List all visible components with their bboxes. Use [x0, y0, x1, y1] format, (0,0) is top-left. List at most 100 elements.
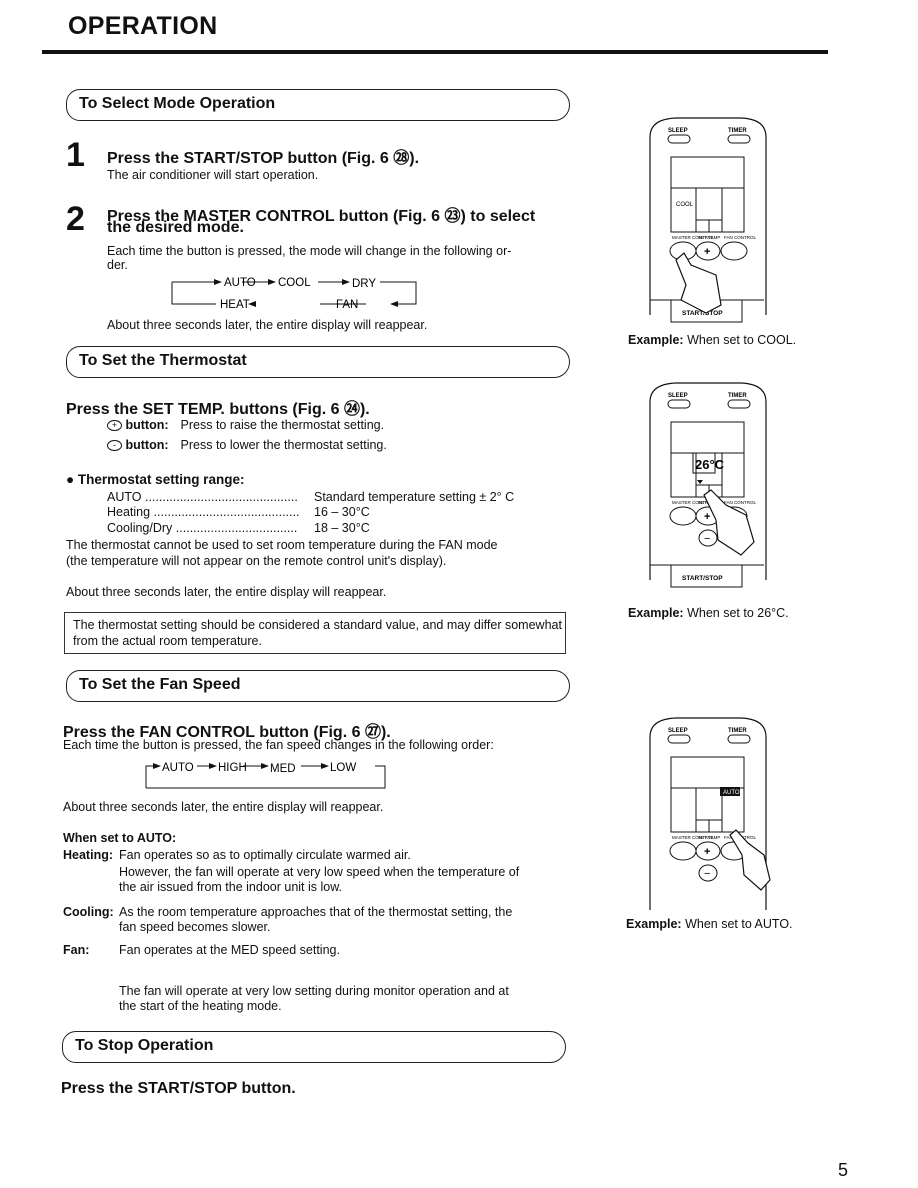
note-box: The thermostat setting should be conside…	[64, 612, 566, 654]
item-label: Fan:	[63, 943, 90, 957]
figure-caption: Example: When set to COOL.	[628, 333, 796, 347]
page-number: 5	[838, 1160, 849, 1180]
sleep-button[interactable]	[667, 734, 691, 744]
range-title: ● Thermostat setting range:	[66, 472, 244, 487]
timer-label: TIMER	[728, 728, 747, 734]
step-heading: Press the START/STOP button (Fig. 6 ㉘).	[107, 150, 420, 167]
step-text: der.	[107, 258, 128, 272]
caption-label: Example:	[628, 333, 684, 347]
timer-button[interactable]	[727, 399, 751, 409]
figure-caption: Example: When set to 26°C.	[628, 606, 789, 620]
mode-auto: AUTO	[224, 277, 256, 289]
timer-button[interactable]	[727, 134, 751, 144]
section-title: To Select Mode Operation	[79, 95, 276, 112]
body-text: About three seconds later, the entire di…	[66, 585, 387, 599]
step-number: 2	[66, 200, 85, 238]
mode-dry: DRY	[352, 278, 376, 290]
body-text: About three seconds later, the entire di…	[63, 800, 384, 814]
button-description: Press to raise the thermostat setting.	[180, 418, 385, 432]
range-value: Standard temperature setting ± 2° C	[314, 490, 515, 504]
figure-caption: Example: When set to AUTO.	[626, 917, 793, 931]
section-header-mode: To Select Mode Operation	[66, 89, 570, 121]
sub-heading: Press the START/STOP button.	[61, 1080, 296, 1097]
item-text: Fan operates so as to optimally circulat…	[119, 848, 411, 862]
section-header-stop: To Stop Operation	[62, 1031, 566, 1063]
master-control-button[interactable]	[669, 841, 697, 861]
range-row: Heating ................................…	[107, 505, 299, 519]
step-text: The air conditioner will start operation…	[107, 168, 319, 182]
button-description: Press to lower the thermostat setting.	[180, 438, 387, 452]
step-text: Each time the button is pressed, the mod…	[107, 244, 512, 258]
mode-cool: COOL	[278, 277, 311, 289]
fan-control-label: FAN CONTROL	[724, 235, 757, 240]
fan-cycle-diagram: AUTO HIGH MED LOW	[145, 762, 386, 789]
item-label: Heating:	[63, 848, 113, 862]
item-text: the air issued from the indoor unit is l…	[119, 880, 343, 894]
fan-control-label: FAN CONTROL	[724, 500, 757, 505]
caption-label: Example:	[626, 917, 682, 931]
auto-title: When set to AUTO:	[63, 831, 177, 845]
item-text: fan speed becomes slower.	[119, 920, 271, 934]
section-title: To Set the Thermostat	[79, 352, 247, 369]
sleep-button[interactable]	[667, 134, 691, 144]
range-row: AUTO ...................................…	[107, 490, 298, 504]
display-fan: AUTO	[723, 790, 740, 796]
minus-button-row: - button: Press to lower the thermostat s…	[107, 438, 387, 452]
body-text: the start of the heating mode.	[119, 999, 282, 1013]
range-title-text: Thermostat setting range:	[77, 472, 245, 487]
fan-control-button[interactable]	[720, 241, 748, 261]
item-label: Cooling:	[63, 905, 114, 919]
body-text: The thermostat cannot be used to set roo…	[66, 538, 498, 552]
timer-label: TIMER	[728, 128, 747, 134]
item-text: However, the fan will operate at very lo…	[119, 865, 520, 879]
mode-fan: FAN	[336, 299, 358, 311]
note-text: The thermostat setting should be conside…	[73, 618, 562, 648]
minus-icon: −	[704, 868, 710, 880]
sleep-label: SLEEP	[668, 128, 688, 134]
speed-med: MED	[270, 763, 296, 775]
sub-heading: Press the SET TEMP. buttons (Fig. 6 ㉔).	[66, 401, 370, 418]
remote-figure-cool: SLEEP TIMER COOL MASTER CONTROL SET TEMP…	[649, 117, 767, 323]
timer-label: TIMER	[728, 393, 747, 399]
range-value: 16 – 30°C	[314, 505, 370, 519]
manual-page: OPERATION To Select Mode Operation 1 Pre…	[0, 0, 918, 1188]
body-text: The fan will operate at very low setting…	[119, 984, 509, 998]
display-temp: 26°C	[695, 457, 725, 472]
section-title: To Stop Operation	[75, 1037, 214, 1054]
plus-button-row: + button: Press to raise the thermostat s…	[107, 418, 384, 432]
title-rule	[42, 50, 828, 54]
mode-heat: HEAT	[220, 299, 250, 311]
caption-label: Example:	[628, 606, 684, 620]
set-temp-label: SET TEMP	[698, 835, 720, 840]
button-label: button:	[125, 418, 169, 432]
plus-circle-icon: +	[107, 420, 122, 431]
remote-figure-temp: SLEEP TIMER 26°C MASTER CONTROL SET TEMP…	[649, 382, 767, 588]
range-mode: Heating	[107, 505, 151, 519]
item-text: Fan operates at the MED speed setting.	[119, 943, 340, 957]
step-heading: the desired mode.	[107, 219, 244, 236]
sleep-button[interactable]	[667, 399, 691, 409]
timer-button[interactable]	[727, 734, 751, 744]
body-text: (the temperature will not appear on the …	[66, 554, 447, 568]
start-stop-label: START/STOP	[682, 575, 723, 582]
plus-icon: +	[704, 511, 710, 523]
speed-high: HIGH	[218, 762, 247, 774]
range-value: 18 – 30°C	[314, 521, 370, 535]
section-header-fan: To Set the Fan Speed	[66, 670, 570, 702]
button-label: button:	[125, 438, 169, 452]
range-mode: AUTO	[107, 490, 142, 504]
leader-dots: ........................................…	[144, 490, 298, 504]
master-control-button[interactable]	[669, 506, 697, 526]
plus-icon: +	[704, 846, 710, 858]
caption-text: When set to 26°C.	[683, 606, 789, 620]
section-title: To Set the Fan Speed	[79, 676, 241, 693]
mode-cycle-diagram: AUTO COOL DRY FAN HEAT	[171, 277, 417, 311]
item-text: As the room temperature approaches that …	[119, 905, 513, 919]
leader-dots: ...................................	[175, 521, 298, 535]
step-number: 1	[66, 136, 85, 174]
remote-display	[670, 156, 745, 233]
speed-auto: AUTO	[162, 762, 194, 774]
minus-icon: −	[704, 533, 710, 545]
set-temp-label: SET TEMP	[698, 235, 720, 240]
range-row: Cooling/Dry ............................…	[107, 521, 297, 535]
